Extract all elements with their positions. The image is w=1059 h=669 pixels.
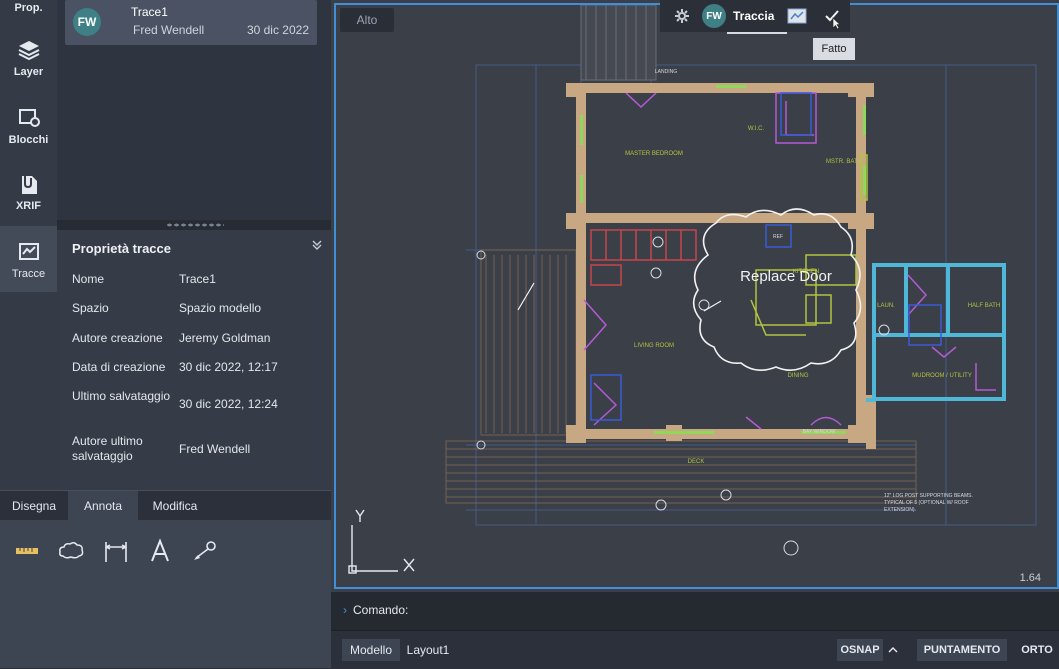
rail-label-blocks: Blocchi	[8, 134, 49, 146]
trace-date: 30 dic 2022	[246, 23, 309, 37]
property-key: Autore creazione	[72, 331, 163, 345]
stair-red	[590, 229, 697, 286]
label-dining: DINING	[788, 373, 809, 379]
rail-item-props[interactable]: Prop.	[0, 0, 57, 20]
rail-label-xrif: XRIF	[15, 200, 42, 212]
property-row-last-author: Autore ultimo salvataggio Fred Wendell	[72, 434, 327, 466]
command-prompt-chevron-icon: ›	[343, 603, 347, 617]
rail-label-layer: Layer	[13, 66, 44, 78]
property-value: Spazio modello	[179, 301, 262, 315]
dimension-icon[interactable]	[101, 536, 131, 566]
rail-item-layer[interactable]: Layer	[0, 38, 57, 88]
xref-icon	[21, 176, 37, 194]
property-row-saved: Ultimo salvataggio 30 dic 2022, 12:24	[72, 389, 327, 421]
ruler-icon[interactable]	[12, 536, 42, 566]
trace-name: Trace1	[131, 5, 168, 19]
left-rail: Prop. Layer Blocchi XRIF Tracce	[0, 0, 57, 490]
block-icon	[18, 109, 40, 127]
small-labels: LANDING REF BAY WINDOW	[655, 69, 836, 435]
property-key: Ultimo salvataggio	[72, 389, 171, 403]
tab-layout1[interactable]: Layout1	[405, 639, 451, 661]
trace-list: FW Trace1 Fred Wendell 30 dic 2022	[57, 0, 331, 220]
rail-item-xrif[interactable]: XRIF	[0, 172, 57, 222]
label-half-bath: HALF BATH	[968, 303, 1001, 309]
done-check-icon[interactable]	[823, 7, 843, 31]
rail-label-props: Prop.	[14, 2, 43, 14]
plan-walls	[566, 83, 876, 449]
command-line[interactable]: › Comando:	[331, 592, 1059, 630]
splitter-grip[interactable]	[166, 223, 224, 227]
label-mudroom: MUDROOM / UTILITY	[912, 373, 972, 379]
tab-modify[interactable]: Modifica	[138, 491, 212, 521]
ucs-icon	[348, 509, 415, 574]
collapse-chevron-icon[interactable]	[311, 239, 323, 251]
closets	[590, 92, 942, 421]
markup-stroke	[703, 300, 722, 312]
label-wic: W.I.C.	[748, 126, 765, 132]
trace-toolbar: FW Traccia	[660, 0, 850, 32]
view-cube-top-button[interactable]: Alto	[340, 8, 394, 32]
annotate-tools	[0, 520, 331, 668]
property-value: 30 dic 2022, 12:17	[179, 360, 278, 374]
tab-annotate[interactable]: Annota	[68, 491, 138, 521]
floor-plan-drawing: MASTER BEDROOM W.I.C. MSTR. BATH KITCHEN…	[348, 5, 1041, 584]
osnap-chevron-up-icon[interactable]	[888, 646, 898, 654]
label-ref: REF	[773, 234, 783, 240]
annex-walls	[866, 263, 1006, 402]
label-living-room: LIVING ROOM	[634, 343, 674, 349]
property-value: Jeremy Goldman	[179, 331, 271, 345]
label-master-bedroom: MASTER BEDROOM	[625, 151, 683, 157]
tool-tabs: Disegna Annota Modifica	[0, 490, 331, 521]
label-mstr-bath: MSTR. BATH	[826, 159, 862, 165]
property-key: Data di creazione	[72, 360, 166, 374]
osnap-toggle[interactable]: OSNAP	[837, 639, 883, 661]
label-landing: LANDING	[655, 69, 677, 75]
text-icon[interactable]	[145, 536, 175, 566]
markup-text: Replace Door	[740, 268, 832, 285]
drawing-canvas[interactable]: MASTER BEDROOM W.I.C. MSTR. BATH KITCHEN…	[334, 3, 1059, 589]
trace-properties-panel: Proprietà tracce Nome Trace1 Spazio Spaz…	[57, 230, 331, 490]
layers-icon	[18, 41, 39, 61]
property-value: Fred Wendell	[179, 442, 251, 456]
property-value: 30 dic 2022, 12:24	[179, 397, 278, 411]
scale-readout: 1.64	[1020, 572, 1041, 584]
label-laun: LAUN.	[877, 303, 895, 309]
trace-list-item[interactable]: FW Trace1 Fred Wendell 30 dic 2022	[65, 0, 317, 45]
command-label: Comando:	[353, 603, 409, 617]
revision-cloud-icon[interactable]	[56, 536, 86, 566]
done-tooltip: Fatto	[813, 38, 855, 60]
label-bay-window: BAY WINDOW	[803, 429, 836, 435]
leader-icon[interactable]	[190, 536, 220, 566]
trace-author: Fred Wendell	[133, 23, 205, 37]
status-bar: Modello Layout1 OSNAP PUNTAMENTO ORTO	[331, 630, 1059, 669]
property-value: Trace1	[179, 272, 216, 286]
toolbar-indicator	[727, 32, 787, 34]
property-key: Autore ultimo salvataggio	[72, 434, 143, 463]
trace-icon	[18, 243, 39, 260]
trace-author-avatar: FW	[702, 4, 726, 28]
log-post-note: 12" LOG POST SUPPORTING BEAMS. TYPICAL O…	[884, 493, 973, 513]
properties-title: Proprietà tracce	[72, 241, 171, 256]
avatar: FW	[73, 8, 101, 36]
tracking-toggle[interactable]: PUNTAMENTO	[917, 639, 1007, 661]
settings-gear-icon[interactable]	[674, 8, 690, 24]
tab-draw[interactable]: Disegna	[0, 491, 68, 521]
stair-hatching	[580, 5, 657, 81]
property-key: Nome	[72, 272, 105, 286]
rail-label-traces: Tracce	[11, 268, 46, 280]
rail-item-traces[interactable]: Tracce	[0, 226, 57, 292]
rail-item-blocks[interactable]: Blocchi	[0, 106, 57, 156]
property-key: Spazio	[72, 301, 109, 315]
kitchen-counters	[750, 154, 868, 336]
trace-mode-label: Traccia	[733, 9, 775, 23]
label-deck: DECK	[688, 459, 705, 465]
trace-view-icon[interactable]	[786, 6, 808, 26]
ortho-toggle[interactable]: ORTO	[1019, 639, 1055, 661]
deck-hatching	[445, 249, 917, 504]
tab-model[interactable]: Modello	[342, 639, 400, 661]
